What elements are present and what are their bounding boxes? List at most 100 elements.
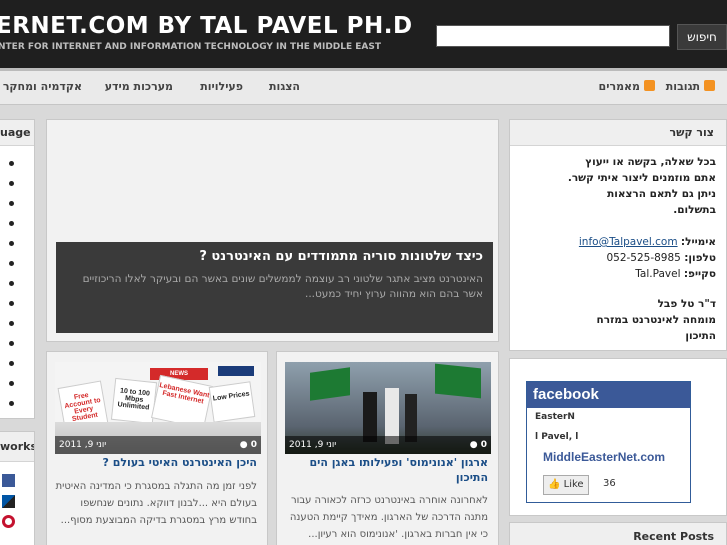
phone-label: טלפון:	[684, 252, 716, 264]
flag	[310, 367, 350, 401]
rss-icon	[644, 80, 655, 91]
contact-widget-title: צור קשר	[510, 120, 726, 146]
facebook-icon[interactable]	[2, 474, 15, 487]
contact-intro-line: אתם מוזמנים ליצור איתי קשר.	[567, 172, 716, 184]
post-date: יוני 9, 2011	[289, 440, 337, 450]
facebook-page-line: l Pavel, l	[535, 432, 579, 442]
contact-intro-line: בכל שאלה, בקשה או ייעוץ	[585, 156, 716, 168]
site-title[interactable]: ERNET.COM BY TAL PAVEL PH.D	[0, 13, 413, 39]
featured-excerpt: האינטרנט מציב אתגר שלטוני רב עוצמה לממשל…	[82, 273, 483, 300]
comment-count[interactable]: ● 0	[470, 436, 487, 454]
facebook-logo: facebook	[527, 382, 690, 408]
language-item[interactable]	[9, 241, 14, 246]
contact-phone-row: טלפון: 052-525-8985	[520, 250, 716, 266]
email-label: אימייל:	[680, 236, 716, 248]
facebook-like-count: 36	[603, 478, 616, 489]
protester	[363, 392, 377, 442]
language-item[interactable]	[9, 321, 14, 326]
search-input[interactable]	[436, 25, 670, 47]
protester	[405, 394, 417, 442]
nav-item-comments[interactable]: תגובות	[666, 80, 715, 93]
skype-label: סקייפ:	[683, 268, 716, 280]
post-thumbnail[interactable]: NEWS Free Account to Every Student 10 to…	[55, 362, 261, 454]
post-card: יוני 9, 2011 ● 0 ארגון 'אנונימוס' ופעילו…	[276, 351, 499, 545]
language-item[interactable]	[9, 201, 14, 206]
post-excerpt-line: כי אין חברות בארגון. 'אנונימוס הוא רעיון…	[308, 529, 488, 540]
contact-role-line: מומחה לאינטרנט במזרח	[596, 314, 716, 326]
nav-item-information-systems[interactable]: מערכות מידע	[105, 80, 173, 93]
contact-skype-row: סקייפ: Tal.Pavel	[520, 266, 716, 282]
language-item[interactable]	[9, 261, 14, 266]
rss-icon	[704, 80, 715, 91]
post-excerpt-line: לאחרונה אוחרה באינטרנט כרזה לכאורה עבור	[290, 495, 488, 506]
post-excerpt-line: בחודש מרץ במסגרת בדיקה המבוצעת מסוף...	[60, 515, 257, 526]
post-meta: יוני 9, 2011 ● 0	[55, 436, 261, 454]
nav-item-activities[interactable]: פעילויות	[200, 80, 243, 93]
featured-slider[interactable]: כיצד שלטונות סוריה מתמודדים עם האינטרנט …	[46, 119, 499, 342]
post-title[interactable]: ארגון 'אנונימוס' ופעילותו באגן הים התיכו…	[292, 455, 488, 485]
nav-item-label: מאמרים	[598, 80, 640, 93]
facebook-like-button[interactable]: 👍 Like	[543, 475, 589, 495]
networks-widget: works	[0, 431, 35, 545]
contact-intro-line: ניתן גם לתאם הרצאות	[607, 188, 716, 200]
nav-item-presentations[interactable]: הצגות	[269, 80, 300, 93]
contact-intro-line: בתשלום.	[673, 204, 716, 216]
post-excerpt-line: בעולם היא ...לבנון דווקא. נתונים שנחשפו	[80, 498, 257, 509]
contact-email-row: אימייל: info@Talpavel.com	[520, 234, 716, 250]
logo-badge	[218, 366, 254, 376]
comment-count-value: 0	[250, 440, 257, 450]
language-widget-title: uage	[0, 120, 34, 146]
post-thumbnail[interactable]: יוני 9, 2011 ● 0	[285, 362, 491, 454]
recent-posts-title: Recent Posts	[510, 523, 726, 545]
language-item[interactable]	[9, 181, 14, 186]
comment-count-value: 0	[480, 440, 487, 450]
nav-item-academia[interactable]: אקדמיה ומחקר	[3, 80, 82, 93]
contact-role-line: התיכון	[685, 330, 716, 342]
flag	[435, 363, 481, 399]
post-card: NEWS Free Account to Every Student 10 to…	[46, 351, 268, 545]
site-tagline: NTER FOR INTERNET AND INFORMATION TECHNO…	[0, 42, 382, 52]
featured-title[interactable]: כיצד שלטונות סוריה מתמודדים עם האינטרנט …	[66, 249, 483, 264]
contact-name: ד"ר טל פבל	[657, 298, 716, 310]
search-button[interactable]: חיפוש	[677, 24, 727, 50]
sign-lebanese: Lebanese Want Fast Internet	[151, 374, 213, 430]
nav-item-label: תגובות	[665, 80, 700, 93]
language-item[interactable]	[9, 361, 14, 366]
post-excerpt-line: לפני זמן מה התגלה במסגרת כי המדינה האיטי…	[55, 481, 257, 492]
language-item[interactable]	[9, 341, 14, 346]
delicious-icon[interactable]	[2, 495, 15, 508]
post-excerpt-line: מתנה הדרכה של הארגון. מאידך קיימת הטענה	[289, 512, 488, 523]
recent-posts-widget: Recent Posts	[509, 522, 727, 545]
facebook-page-line: EasterN	[535, 412, 575, 422]
featured-caption[interactable]: כיצד שלטונות סוריה מתמודדים עם האינטרנט …	[56, 242, 493, 333]
email-link[interactable]: info@Talpavel.com	[579, 236, 678, 248]
comment-icon: ●	[469, 440, 481, 450]
facebook-widget: facebook EasterN l Pavel, l MiddleEaster…	[509, 358, 727, 516]
skype-value: Tal.Pavel	[635, 268, 681, 280]
language-widget: uage	[0, 119, 35, 419]
language-item[interactable]	[9, 381, 14, 386]
language-item[interactable]	[9, 221, 14, 226]
comment-count[interactable]: ● 0	[240, 436, 257, 454]
language-item[interactable]	[9, 161, 14, 166]
phone-value: 052-525-8985	[606, 252, 681, 264]
language-item[interactable]	[9, 301, 14, 306]
site-header: ERNET.COM BY TAL PAVEL PH.D NTER FOR INT…	[0, 0, 727, 68]
language-item[interactable]	[9, 401, 14, 406]
thumbs-up-icon: 👍	[548, 479, 561, 490]
facebook-page-name[interactable]: MiddleEasterNet.com	[543, 450, 665, 464]
sign-low-prices: Low Prices	[208, 381, 256, 423]
post-date: יוני 9, 2011	[59, 440, 107, 450]
language-item[interactable]	[9, 281, 14, 286]
post-meta: יוני 9, 2011 ● 0	[285, 436, 491, 454]
qype-icon[interactable]	[2, 515, 15, 528]
contact-body: בכל שאלה, בקשה או ייעוץ אתם מוזמנים ליצו…	[520, 154, 716, 344]
main-nav: תגובות מאמרים הצגות פעילויות מערכות מידע…	[0, 68, 727, 105]
facebook-like-box[interactable]: facebook EasterN l Pavel, l MiddleEaster…	[526, 381, 691, 503]
comment-icon: ●	[239, 440, 251, 450]
like-label: Like	[563, 479, 584, 490]
networks-widget-title: works	[0, 432, 34, 462]
contact-widget: צור קשר בכל שאלה, בקשה או ייעוץ אתם מוזמ…	[509, 119, 727, 351]
post-title[interactable]: היכן האינטרנט האיטי בעולם ?	[103, 455, 257, 470]
nav-item-articles[interactable]: מאמרים	[599, 80, 655, 93]
